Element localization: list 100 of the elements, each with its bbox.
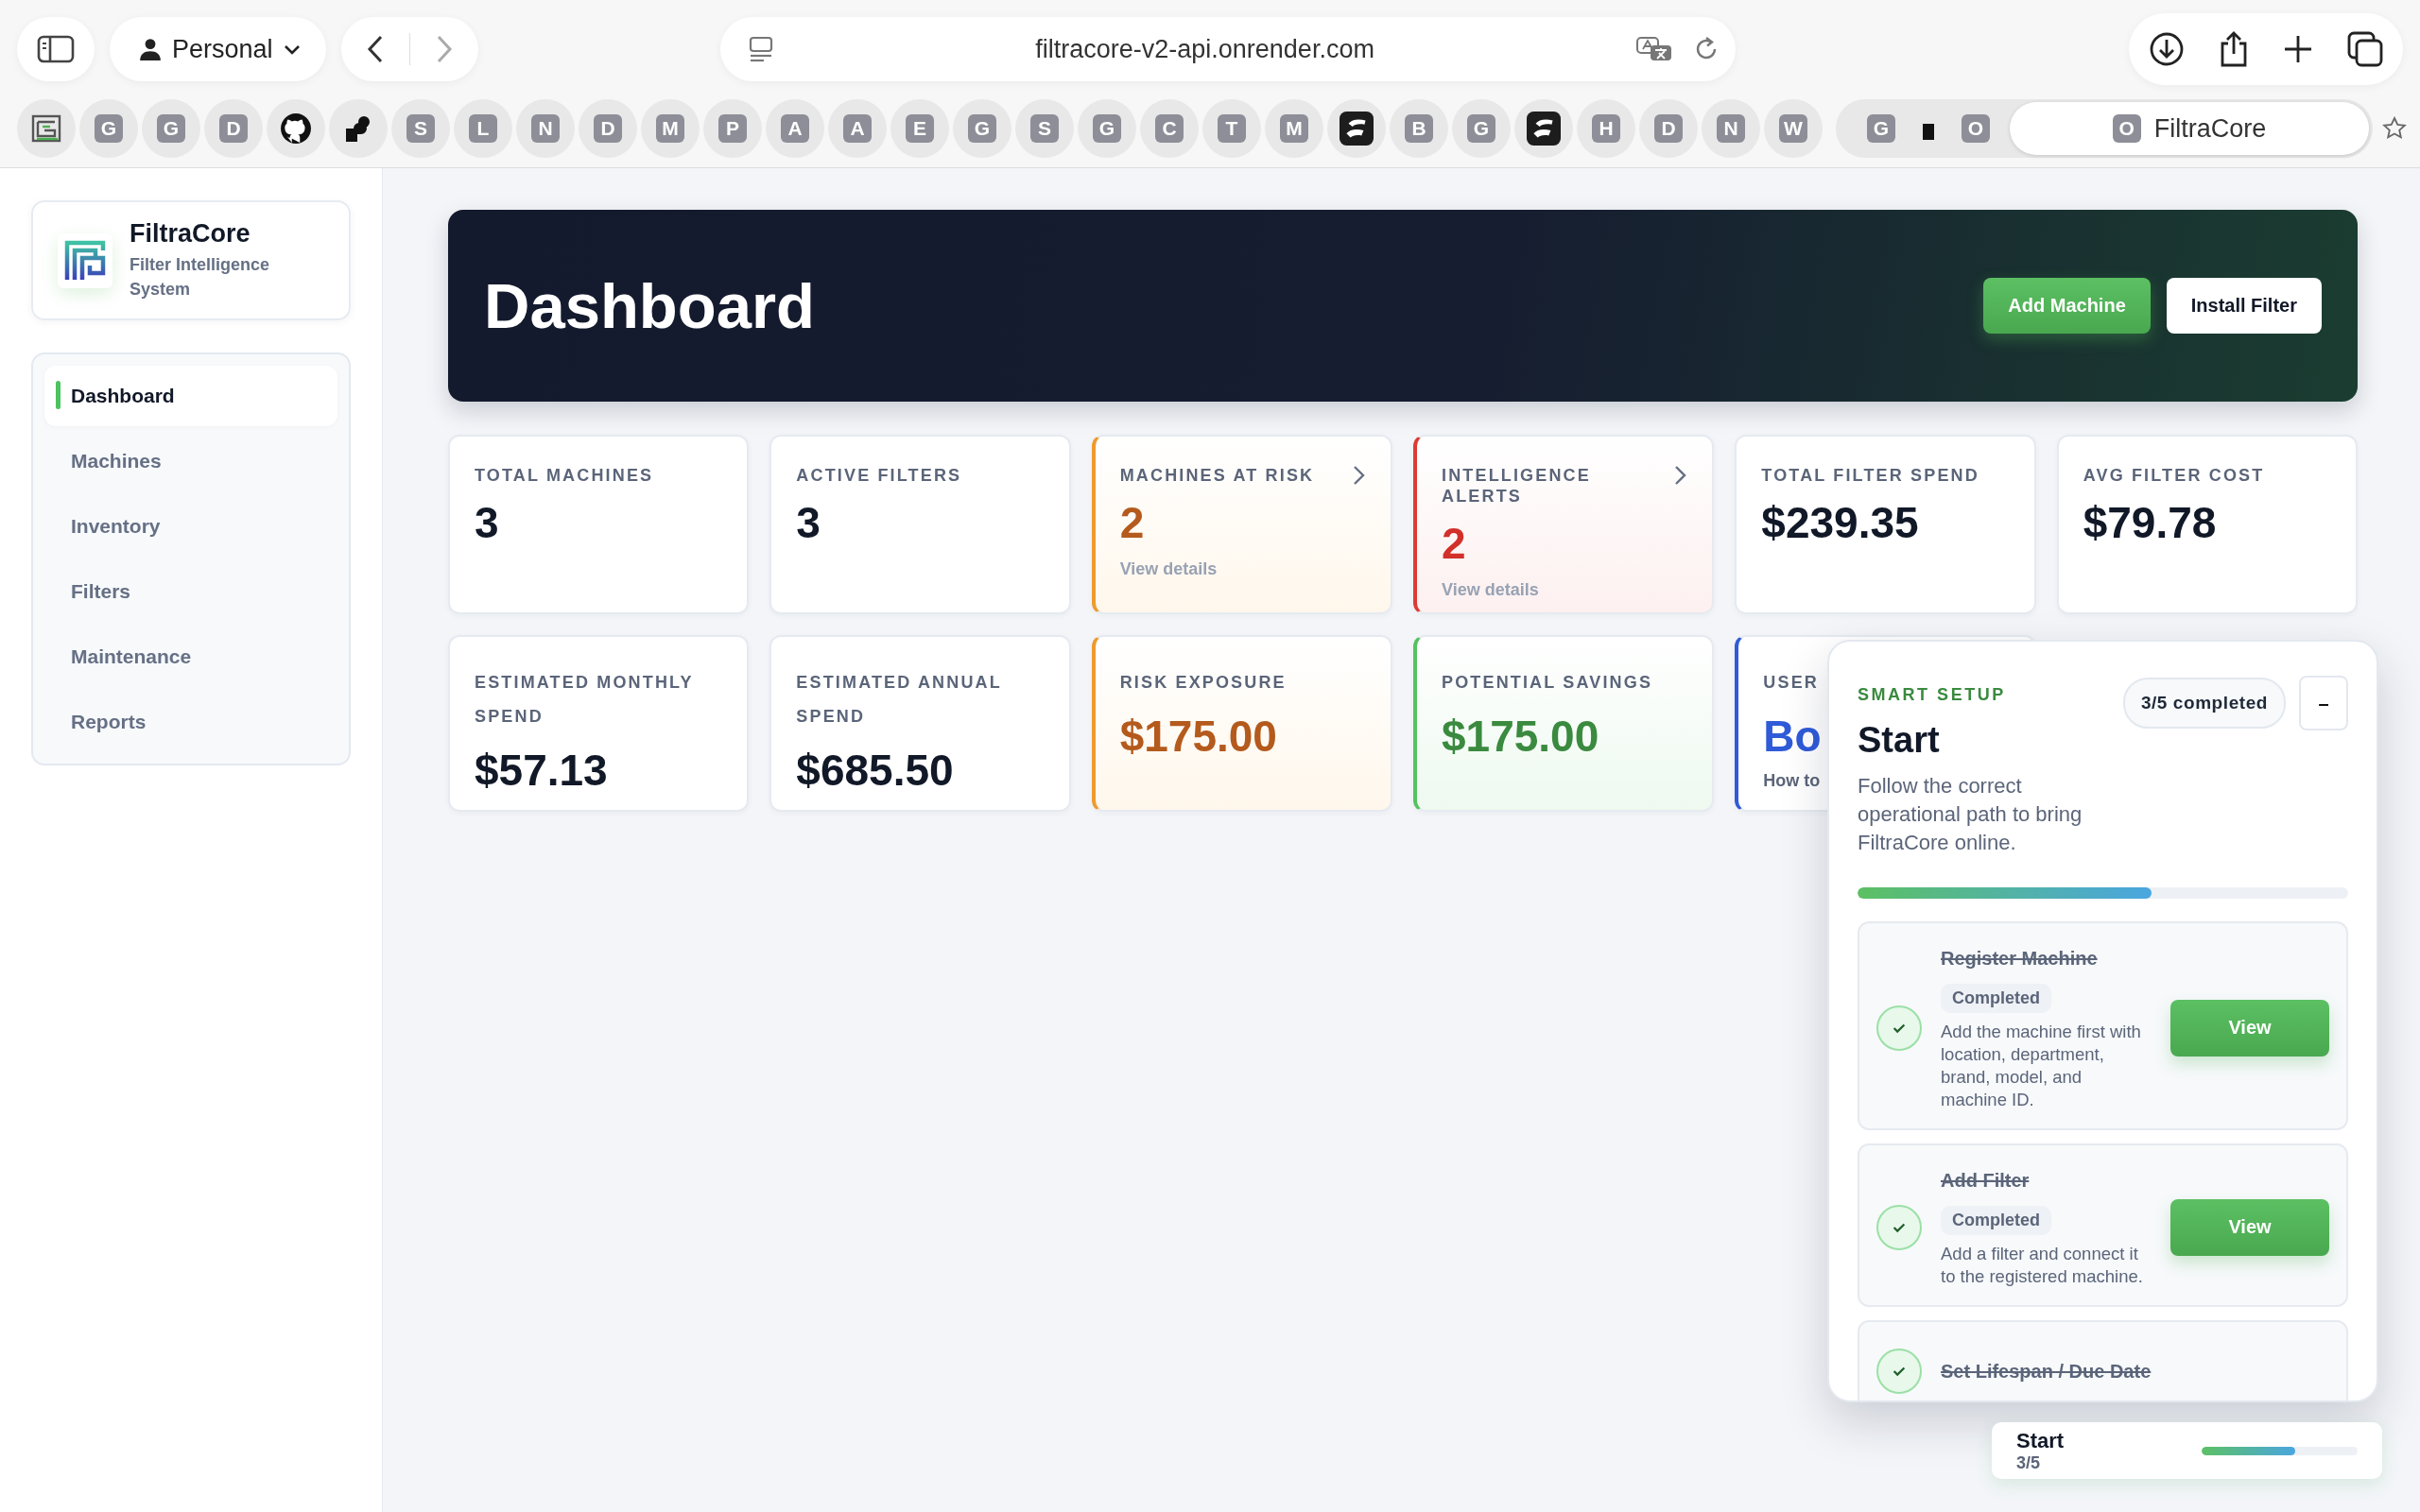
stat-value: $685.50 <box>796 745 954 796</box>
stat-label: ESTIMATED MONTHLY SPEND <box>475 672 695 728</box>
step-title: Set Lifespan / Due Date <box>1941 1360 2152 1383</box>
nav-item[interactable]: Dashboard <box>44 366 337 426</box>
page-title: Dashboard <box>484 269 815 342</box>
letter-favicon: H <box>1592 114 1620 143</box>
panel-description: Follow the correct operational path to bring FiltraCore online. <box>1858 773 2083 856</box>
bookmark-star-icon[interactable] <box>2382 116 2407 141</box>
stat-value: Bo <box>1763 711 1822 762</box>
letter-favicon: G <box>1093 114 1121 143</box>
bookmark[interactable]: S <box>1015 99 1074 158</box>
bookmark[interactable]: A <box>828 99 887 158</box>
setup-progress-widget[interactable]: Start 3/5 <box>1992 1422 2382 1479</box>
step-title: Register Machine <box>1941 947 2099 971</box>
collapse-button[interactable]: – <box>2299 676 2348 730</box>
profile-button[interactable]: Personal <box>110 17 326 81</box>
bookmark[interactable]: S <box>391 99 450 158</box>
progress-badge: 3/5 completed <box>2122 678 2286 729</box>
browser-tab[interactable]: O FiltraCore <box>2010 102 2369 155</box>
bookmark[interactable]: G <box>79 99 138 158</box>
stat-value: 2 <box>1442 518 1466 569</box>
bookmark[interactable]: E <box>890 99 949 158</box>
translate-icon[interactable] <box>1634 35 1673 63</box>
nav-item[interactable]: Machines <box>44 431 337 491</box>
view-button[interactable]: View <box>2170 1198 2329 1256</box>
bookmark[interactable]: L <box>454 99 512 158</box>
bookmark[interactable]: G <box>142 99 200 158</box>
stat-label: MACHINES AT RISK <box>1119 465 1315 486</box>
stat-label: TOTAL FILTER SPEND <box>1761 465 1979 486</box>
bookmark[interactable]: C <box>1140 99 1199 158</box>
bookmark[interactable]: H <box>1577 99 1635 158</box>
bookmark[interactable]: G <box>953 99 1011 158</box>
letter-favicon: O <box>1962 114 1990 143</box>
bookmark[interactable]: P <box>703 99 762 158</box>
new-tab-icon[interactable] <box>2282 33 2314 65</box>
stat-card[interactable]: MACHINES AT RISK 2 View details <box>1091 435 1392 614</box>
stat-note: How to <box>1763 771 1821 791</box>
bookmark[interactable]: D <box>579 99 637 158</box>
letter-favicon: G <box>1467 114 1495 143</box>
stat-value: 3 <box>796 497 821 548</box>
add-machine-button[interactable]: Add Machine <box>1983 278 2151 334</box>
stat-value: $79.78 <box>2083 497 2217 548</box>
bookmark[interactable]: N <box>1702 99 1760 158</box>
person-icon <box>138 37 163 61</box>
stat-value: $175.00 <box>1119 711 1277 762</box>
stat-value: 3 <box>475 497 499 548</box>
letter-favicon: G <box>95 114 123 143</box>
letter-favicon: E <box>906 114 934 143</box>
bookmark[interactable]: D <box>1639 99 1698 158</box>
bookmark[interactable]: D <box>204 99 263 158</box>
letter-favicon: D <box>219 114 248 143</box>
stat-label: ESTIMATED ANNUAL SPEND <box>796 672 1003 728</box>
brand-subtitle: Filter Intelligence System <box>130 254 271 301</box>
bookmark[interactable]: A <box>766 99 824 158</box>
letter-favicon: O <box>2112 114 2141 143</box>
letter-favicon: A <box>843 114 872 143</box>
view-button[interactable]: View <box>2170 999 2329 1057</box>
letter-favicon: G <box>1867 114 1895 143</box>
view-details-link[interactable]: View details <box>1119 559 1366 579</box>
sidebar-toggle-icon[interactable] <box>37 34 75 64</box>
bookmark[interactable]: M <box>641 99 700 158</box>
letter-favicon: M <box>1280 114 1308 143</box>
bookmark[interactable]: N <box>516 99 575 158</box>
nav-item[interactable]: Inventory <box>44 496 337 557</box>
letter-favicon: M <box>656 114 684 143</box>
bookmark[interactable]: G <box>1078 99 1136 158</box>
letter-favicon: D <box>1654 114 1683 143</box>
letter-favicon: G <box>157 114 185 143</box>
chevron-icon[interactable] <box>1674 465 1688 486</box>
back-icon[interactable] <box>365 34 385 64</box>
nav-item[interactable]: Reports <box>44 692 337 752</box>
panel-eyebrow: SMART SETUP <box>1858 685 2006 705</box>
chevron-icon[interactable] <box>1353 465 1366 486</box>
bookmark[interactable]: W <box>1764 99 1823 158</box>
step-description: Add a filter and connect it to the registered machine. <box>1941 1243 2144 1288</box>
brand-name: FiltraCore <box>130 219 251 249</box>
nav-item[interactable]: Filters <box>44 561 337 622</box>
letter-favicon: L <box>469 114 497 143</box>
stat-value: $57.13 <box>475 745 608 796</box>
address-bar[interactable]: filtracore-v2-api.onrender.com <box>719 17 1736 81</box>
bookmark[interactable]: B <box>1390 99 1448 158</box>
nav-item[interactable]: Maintenance <box>44 627 337 687</box>
tabs-overview-icon[interactable] <box>2346 30 2384 68</box>
panel-title: Start <box>1858 720 1941 761</box>
bookmark[interactable]: M <box>1265 99 1323 158</box>
install-filter-button[interactable]: Install Filter <box>2166 278 2322 334</box>
stat-label: USER <box>1763 672 1819 694</box>
stat-label: RISK EXPOSURE <box>1119 672 1287 694</box>
stat-label: AVG FILTER COST <box>2083 465 2265 486</box>
stat-value: $175.00 <box>1442 711 1599 762</box>
stat-value: $239.35 <box>1761 497 1919 548</box>
bookmark[interactable]: G <box>1452 99 1511 158</box>
status-tag: Completed <box>1941 984 2051 1013</box>
view-details-link[interactable]: View details <box>1442 580 1688 600</box>
logo-icon <box>31 113 61 144</box>
download-icon[interactable] <box>2148 30 2186 68</box>
letter-favicon: S <box>406 114 435 143</box>
stat-card[interactable]: INTELLIGENCE ALERTS 2 View details <box>1413 435 1715 614</box>
letter-favicon: N <box>1717 114 1745 143</box>
bookmark[interactable]: T <box>1202 99 1261 158</box>
